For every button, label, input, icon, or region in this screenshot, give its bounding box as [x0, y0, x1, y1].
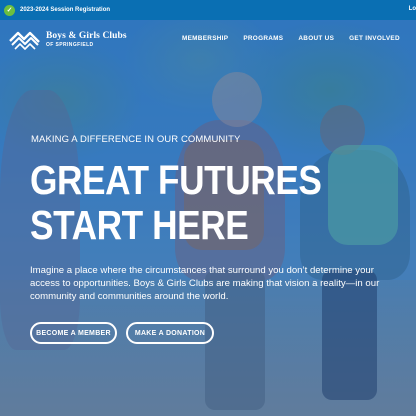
nav-programs[interactable]: PROGRAMS — [243, 35, 283, 42]
login-link[interactable]: Lo — [409, 6, 416, 12]
make-donation-button[interactable]: MAKE A DONATION — [126, 322, 214, 344]
hands-logo-icon — [9, 31, 40, 50]
hero-description: Imagine a place where the circumstances … — [30, 265, 380, 302]
site-logo[interactable]: Boys & Girls Clubs OF SPRINGFIELD — [8, 27, 127, 51]
logo-subtitle: OF SPRINGFIELD — [46, 41, 94, 48]
logo-title: Boys & Girls Clubs — [46, 30, 127, 41]
hero-headline: GREAT FUTURES START HERE — [30, 158, 322, 248]
nav-get-involved[interactable]: GET INVOLVED — [349, 35, 400, 42]
headline-line-1: GREAT FUTURES — [30, 157, 322, 203]
registration-link[interactable]: 2023-2024 Session Registration — [20, 7, 110, 13]
nav-membership[interactable]: MEMBERSHIP — [182, 35, 228, 42]
nav-about-us[interactable]: ABOUT US — [298, 35, 334, 42]
headline-line-2: START HERE — [30, 202, 249, 248]
top-utility-bar: ✓ 2023-2024 Session Registration Lo — [0, 0, 416, 20]
main-nav: MEMBERSHIP PROGRAMS ABOUT US GET INVOLVE… — [182, 35, 415, 42]
hero-tagline: MAKING A DIFFERENCE IN OUR COMMUNITY — [31, 134, 241, 145]
clipboard-icon[interactable]: ✓ — [4, 4, 15, 16]
become-member-button[interactable]: BECOME A MEMBER — [30, 322, 117, 344]
